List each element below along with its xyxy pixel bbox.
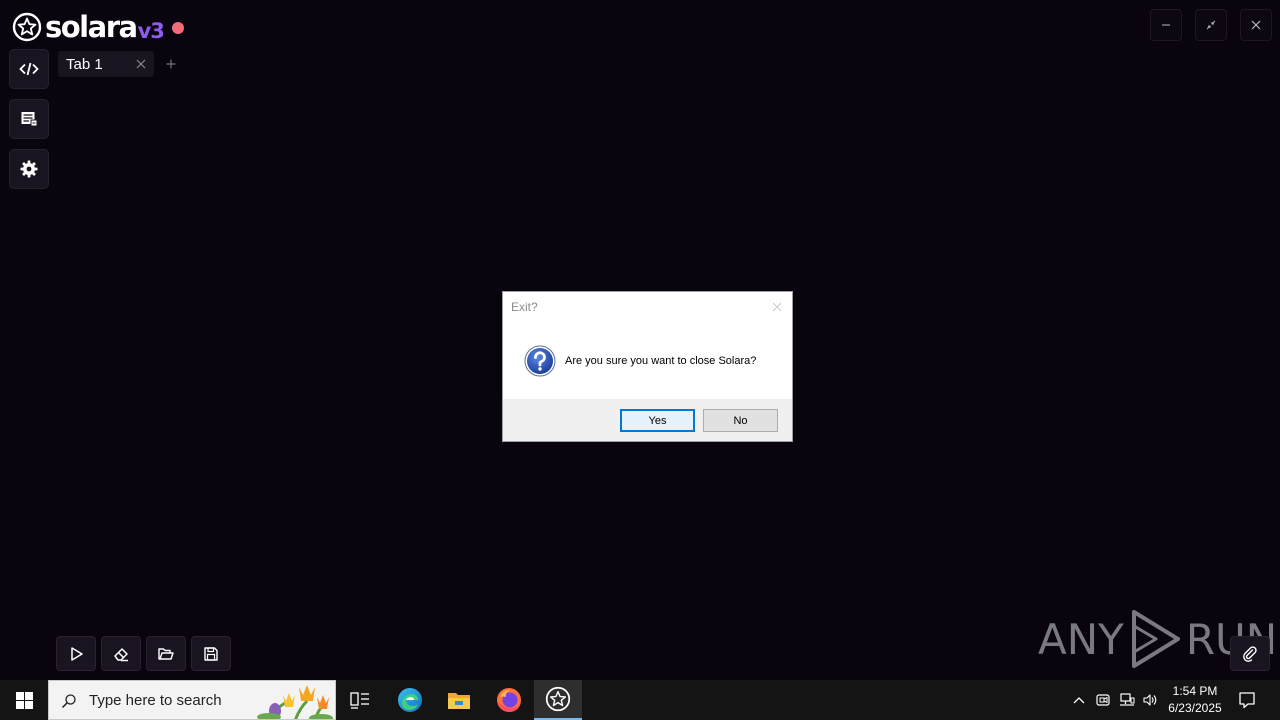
attach-button[interactable] bbox=[1230, 636, 1270, 671]
solara-star-icon bbox=[12, 12, 42, 42]
taskbar-solara[interactable] bbox=[534, 680, 582, 720]
meet-now-icon[interactable] bbox=[1095, 692, 1111, 708]
taskbar-file-explorer[interactable] bbox=[435, 680, 483, 720]
clear-button[interactable] bbox=[101, 636, 141, 671]
task-view-icon bbox=[350, 692, 369, 709]
open-file-button[interactable] bbox=[146, 636, 186, 671]
eraser-icon bbox=[114, 647, 128, 661]
minimize-button[interactable] bbox=[1150, 9, 1182, 41]
question-icon bbox=[524, 345, 556, 377]
network-icon[interactable] bbox=[1119, 692, 1135, 708]
taskbar-edge[interactable] bbox=[386, 680, 434, 720]
taskbar: Type here to search 1:54 PM 6/23/2025 bbox=[0, 680, 1280, 720]
app-logo: solara v3 bbox=[12, 10, 184, 44]
solara-window: solara v3 Tab 1 ANY Exit? Are you sure y… bbox=[0, 0, 1280, 680]
logo-wordmark: solara bbox=[45, 9, 138, 44]
dialog-message: Are you sure you want to close Solara? bbox=[565, 355, 757, 367]
code-icon bbox=[19, 62, 39, 76]
no-button[interactable]: No bbox=[703, 409, 778, 432]
execute-button[interactable] bbox=[56, 636, 96, 671]
search-placeholder: Type here to search bbox=[89, 692, 222, 709]
dialog-button-bar: Yes No bbox=[503, 399, 792, 441]
close-button[interactable] bbox=[1240, 9, 1272, 41]
taskbar-clock[interactable]: 1:54 PM 6/23/2025 bbox=[1160, 683, 1230, 717]
folder-open-icon bbox=[158, 647, 174, 660]
search-icon bbox=[61, 694, 76, 709]
sidebar-item-settings[interactable] bbox=[9, 149, 49, 189]
start-button[interactable] bbox=[0, 680, 48, 720]
file-explorer-icon bbox=[448, 693, 470, 709]
edge-icon bbox=[398, 688, 422, 712]
save-file-button[interactable] bbox=[191, 636, 231, 671]
tab-1[interactable]: Tab 1 bbox=[58, 51, 154, 77]
task-view-button[interactable] bbox=[336, 680, 384, 720]
logo-version: v3 bbox=[137, 19, 165, 43]
chevron-up-icon[interactable] bbox=[1071, 692, 1087, 708]
close-icon bbox=[1251, 20, 1261, 30]
save-icon bbox=[204, 646, 218, 661]
watermark-left: ANY bbox=[1038, 614, 1124, 664]
script-list-icon bbox=[21, 112, 38, 127]
gear-icon bbox=[20, 160, 38, 178]
yes-button[interactable]: Yes bbox=[620, 409, 695, 432]
exit-dialog: Exit? Are you sure you want to close Sol… bbox=[502, 291, 793, 442]
notification-center-icon[interactable] bbox=[1238, 691, 1256, 709]
taskbar-firefox[interactable] bbox=[485, 680, 533, 720]
tulips-icon bbox=[257, 685, 333, 719]
watermark-play-icon bbox=[1131, 610, 1180, 668]
sidebar-item-editor[interactable] bbox=[9, 49, 49, 89]
dialog-title: Exit? bbox=[511, 300, 538, 314]
minimize-icon bbox=[1162, 24, 1170, 26]
add-tab-icon[interactable] bbox=[163, 56, 179, 72]
solara-star-icon bbox=[545, 686, 571, 712]
restore-arrows-icon bbox=[1206, 20, 1216, 30]
dialog-close-icon[interactable] bbox=[772, 302, 782, 312]
tab-label: Tab 1 bbox=[66, 55, 103, 73]
clock-date: 6/23/2025 bbox=[1168, 701, 1222, 715]
windows-logo-icon bbox=[15, 691, 33, 709]
sidebar-item-scripts[interactable] bbox=[9, 99, 49, 139]
play-icon bbox=[71, 646, 83, 661]
restore-button[interactable] bbox=[1195, 9, 1227, 41]
paperclip-icon bbox=[1243, 645, 1257, 662]
firefox-icon bbox=[497, 688, 521, 712]
volume-icon[interactable] bbox=[1142, 692, 1158, 708]
status-dot bbox=[171, 22, 184, 34]
clock-time: 1:54 PM bbox=[1172, 684, 1218, 698]
taskbar-search-box[interactable]: Type here to search bbox=[48, 680, 336, 720]
tab-close-icon[interactable] bbox=[134, 57, 148, 71]
